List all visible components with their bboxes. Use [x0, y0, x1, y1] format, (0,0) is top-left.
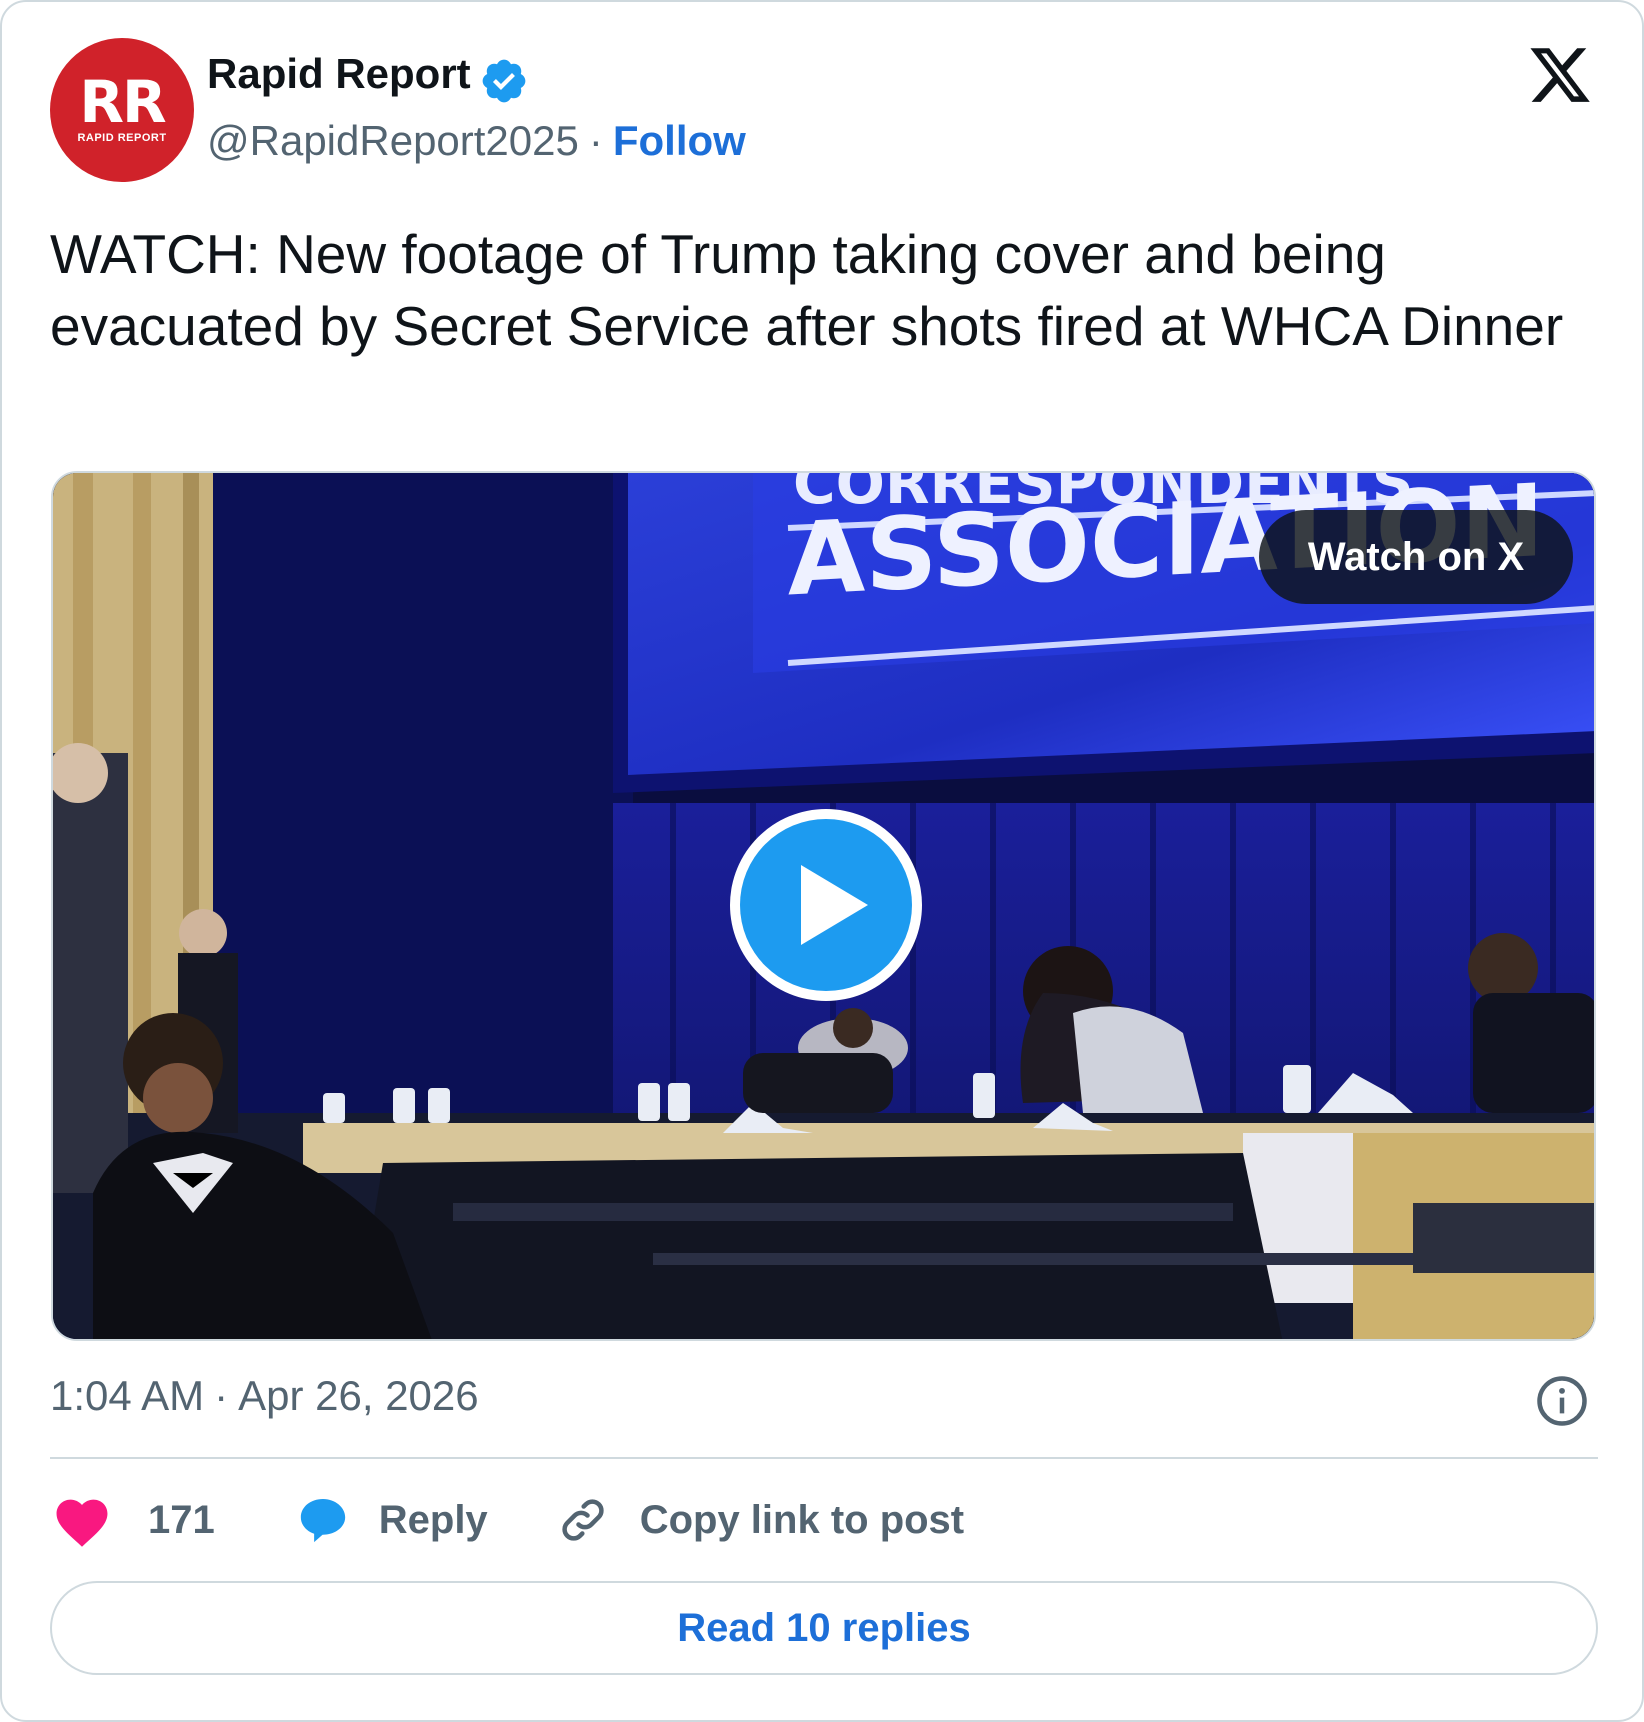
avatar-subtitle: RAPID REPORT [77, 132, 167, 144]
verified-badge-icon [482, 59, 526, 103]
author-handle[interactable]: @RapidReport2025 [207, 117, 579, 164]
post-text: WATCH: New footage of Trump taking cover… [50, 223, 1564, 357]
handle-row: @RapidReport2025 · Follow [207, 117, 746, 165]
post-time: 1:04 AM [50, 1372, 205, 1419]
avatar-monogram: RR [79, 68, 166, 136]
author-name[interactable]: Rapid Report [207, 50, 471, 98]
info-icon[interactable] [1535, 1374, 1589, 1428]
read-replies-button[interactable]: Read 10 replies [50, 1581, 1598, 1675]
like-count: 171 [148, 1497, 215, 1542]
post-date: Apr 26, 2026 [238, 1372, 479, 1419]
reply-button[interactable]: Reply [295, 1492, 556, 1548]
play-icon[interactable] [726, 805, 926, 1005]
watch-on-x-button[interactable]: Watch on X [1259, 510, 1573, 604]
copy-link-label: Copy link to post [639, 1497, 965, 1542]
action-bar: 171 Reply Copy link to post [50, 1488, 964, 1552]
post-card: RR RAPID REPORT Rapid Report @RapidRepor… [0, 0, 1644, 1722]
heart-icon [56, 1499, 108, 1547]
post-timestamp[interactable]: 1:04 AM · Apr 26, 2026 [50, 1372, 479, 1420]
link-icon [562, 1499, 604, 1541]
video-thumbnail[interactable]: CORRESPONDENTS ASSOCIATION Watch on X [51, 471, 1596, 1341]
timestamp-separator: · [214, 1372, 229, 1419]
divider [50, 1457, 1598, 1459]
avatar[interactable]: RR RAPID REPORT [50, 38, 194, 182]
x-logo-icon[interactable] [1526, 42, 1594, 108]
handle-separator: · [588, 117, 603, 164]
reply-label: Reply [378, 1497, 488, 1542]
speech-bubble-icon [300, 1499, 345, 1543]
copy-link-button[interactable]: Copy link to post [556, 1493, 964, 1547]
like-button[interactable]: 171 [50, 1492, 295, 1548]
follow-button[interactable]: Follow [613, 117, 746, 164]
